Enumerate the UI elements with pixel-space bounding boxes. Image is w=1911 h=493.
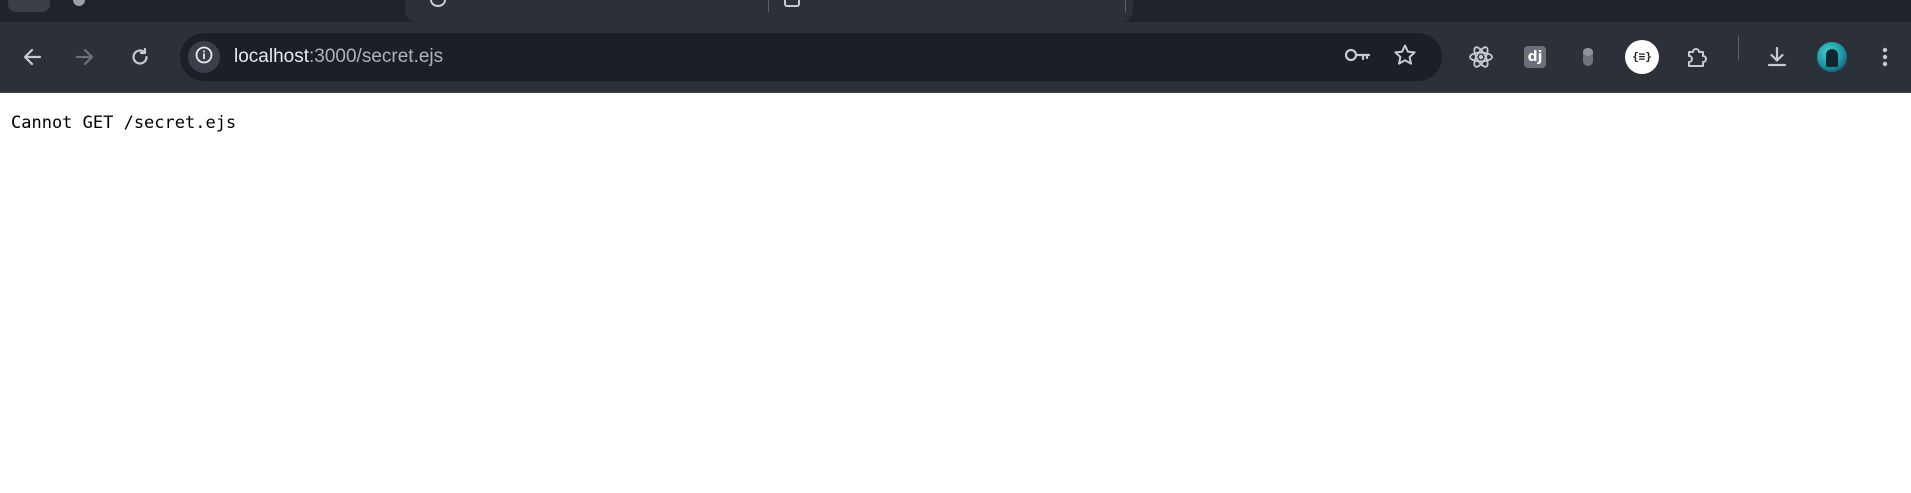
- django-extension[interactable]: dj: [1518, 40, 1552, 74]
- toolbar-divider: [1738, 36, 1739, 60]
- tab-active[interactable]: [405, 0, 1133, 22]
- download-icon: [1765, 45, 1789, 69]
- key-icon: [1344, 46, 1372, 68]
- puzzle-icon: [1684, 44, 1710, 70]
- tab-search-button[interactable]: [8, 0, 50, 12]
- info-icon: [195, 46, 213, 68]
- url-host: localhost: [234, 46, 309, 67]
- url-path: :3000/secret.ejs: [309, 46, 444, 67]
- reload-button[interactable]: [123, 40, 157, 74]
- password-button[interactable]: [1344, 44, 1372, 70]
- tab-separator: [768, 0, 769, 12]
- json-braces-icon: {≡}: [1625, 40, 1659, 74]
- star-icon: [1393, 43, 1417, 71]
- arrow-left-icon: [21, 46, 43, 68]
- url-text[interactable]: localhost:3000/secret.ejs: [234, 46, 443, 68]
- error-message: Cannot GET /secret.ejs: [11, 113, 237, 133]
- forward-button[interactable]: [68, 40, 102, 74]
- kebab-menu-icon: [1881, 46, 1889, 68]
- tab-separator: [1125, 0, 1126, 12]
- tab-strip: [0, 0, 1911, 22]
- browser-toolbar: localhost:3000/secret.ejs dj {≡}: [0, 22, 1911, 93]
- tab-favicon: [73, 0, 85, 6]
- avatar-icon: [1817, 42, 1847, 72]
- back-button[interactable]: [15, 40, 49, 74]
- django-icon: dj: [1524, 46, 1546, 68]
- profile-button[interactable]: [1815, 40, 1849, 74]
- tab-favicon: [784, 0, 800, 7]
- bookmark-button[interactable]: [1391, 44, 1419, 70]
- browser-menu-button[interactable]: [1868, 40, 1902, 74]
- grey-extension[interactable]: [1571, 40, 1605, 74]
- page-viewport: Cannot GET /secret.ejs: [0, 93, 1911, 493]
- react-atom-icon: [1468, 44, 1494, 70]
- address-bar[interactable]: localhost:3000/secret.ejs: [180, 33, 1442, 81]
- reload-icon: [129, 46, 151, 68]
- react-devtools-extension[interactable]: [1464, 40, 1498, 74]
- downloads-button[interactable]: [1760, 40, 1794, 74]
- capsule-icon: [1581, 46, 1595, 68]
- json-viewer-extension[interactable]: {≡}: [1625, 40, 1659, 74]
- site-info-button[interactable]: [188, 41, 220, 73]
- arrow-right-icon: [74, 46, 96, 68]
- extensions-button[interactable]: [1680, 40, 1714, 74]
